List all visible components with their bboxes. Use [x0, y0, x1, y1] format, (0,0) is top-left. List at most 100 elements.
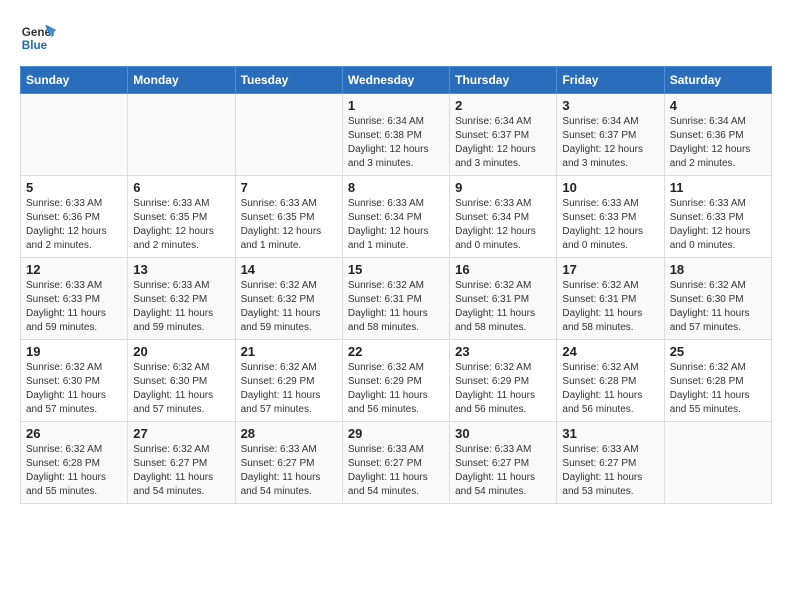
calendar-header-wednesday: Wednesday [342, 67, 449, 94]
calendar-week-3: 12 Sunrise: 6:33 AM Sunset: 6:33 PM Dayli… [21, 258, 772, 340]
calendar-header-friday: Friday [557, 67, 664, 94]
calendar-cell: 24Sunrise: 6:32 AM Sunset: 6:28 PM Dayli… [557, 340, 664, 422]
day-info: Sunrise: 6:33 AM Sunset: 6:35 PM Dayligh… [241, 197, 337, 253]
day-info: Sunrise: 6:32 AM Sunset: 6:29 PM Dayligh… [241, 361, 337, 417]
calendar-cell: 20 Sunrise: 6:32 AM Sunset: 6:30 PM Dayli… [128, 340, 235, 422]
day-info: Sunrise: 6:33 AM Sunset: 6:33 PM Dayligh… [26, 279, 122, 335]
calendar-cell: 26 Sunrise: 6:32 AM Sunset: 6:28 PM Dayli… [21, 422, 128, 504]
day-number: 27 [133, 426, 229, 441]
day-info: Sunrise: 6:32 AM Sunset: 6:31 PM Dayligh… [348, 279, 444, 335]
calendar-cell: 30 Sunrise: 6:33 AM Sunset: 6:27 PM Dayli… [450, 422, 557, 504]
day-number: 17 [562, 262, 658, 277]
day-number: 29 [348, 426, 444, 441]
day-info: Sunrise: 6:33 AM Sunset: 6:32 PM Dayligh… [133, 279, 229, 335]
day-info: Sunrise: 6:33 AM Sunset: 6:34 PM Dayligh… [455, 197, 551, 253]
day-info: Sunrise: 6:32 AM Sunset: 6:27 PM Dayligh… [133, 443, 229, 499]
calendar-cell: 1 Sunrise: 6:34 AM Sunset: 6:38 PM Daylig… [342, 94, 449, 176]
day-info: Sunrise: 6:34 AM Sunset: 6:38 PM Dayligh… [348, 115, 444, 171]
calendar-cell: 9 Sunrise: 6:33 AM Sunset: 6:34 PM Daylig… [450, 176, 557, 258]
calendar-cell: 15 Sunrise: 6:32 AM Sunset: 6:31 PM Dayli… [342, 258, 449, 340]
calendar-header-row: SundayMondayTuesdayWednesdayThursdayFrid… [21, 67, 772, 94]
day-number: 23 [455, 344, 551, 359]
day-info: Sunrise: 6:32 AM Sunset: 6:28 PM Dayligh… [26, 443, 122, 499]
calendar-table: SundayMondayTuesdayWednesdayThursdayFrid… [20, 66, 772, 504]
day-number: 16 [455, 262, 551, 277]
day-number: 9 [455, 180, 551, 195]
calendar-header-sunday: Sunday [21, 67, 128, 94]
day-info: Sunrise: 6:33 AM Sunset: 6:35 PM Dayligh… [133, 197, 229, 253]
day-info: Sunrise: 6:32 AM Sunset: 6:29 PM Dayligh… [455, 361, 551, 417]
calendar-cell [235, 94, 342, 176]
calendar-cell [128, 94, 235, 176]
day-info: Sunrise: 6:33 AM Sunset: 6:27 PM Dayligh… [348, 443, 444, 499]
calendar-header-tuesday: Tuesday [235, 67, 342, 94]
day-number: 13 [133, 262, 229, 277]
page-header: General Blue [20, 20, 772, 56]
calendar-cell: 8 Sunrise: 6:33 AM Sunset: 6:34 PM Daylig… [342, 176, 449, 258]
calendar-header-thursday: Thursday [450, 67, 557, 94]
day-number: 7 [241, 180, 337, 195]
calendar-cell: 22 Sunrise: 6:32 AM Sunset: 6:29 PM Dayli… [342, 340, 449, 422]
day-number: 5 [26, 180, 122, 195]
day-info: Sunrise: 6:32 AM Sunset: 6:32 PM Dayligh… [241, 279, 337, 335]
day-number: 24 [562, 344, 658, 359]
calendar-header-monday: Monday [128, 67, 235, 94]
calendar-cell: 28 Sunrise: 6:33 AM Sunset: 6:27 PM Dayli… [235, 422, 342, 504]
calendar-cell: 17 Sunrise: 6:32 AM Sunset: 6:31 PM Dayli… [557, 258, 664, 340]
day-number: 11 [670, 180, 766, 195]
day-number: 30 [455, 426, 551, 441]
day-number: 12 [26, 262, 122, 277]
day-info: Sunrise: 6:32 AM Sunset: 6:31 PM Dayligh… [455, 279, 551, 335]
calendar-cell: 7 Sunrise: 6:33 AM Sunset: 6:35 PM Daylig… [235, 176, 342, 258]
calendar-cell: 12 Sunrise: 6:33 AM Sunset: 6:33 PM Dayli… [21, 258, 128, 340]
calendar-cell: 11Sunrise: 6:33 AM Sunset: 6:33 PM Dayli… [664, 176, 771, 258]
day-info: Sunrise: 6:33 AM Sunset: 6:34 PM Dayligh… [348, 197, 444, 253]
calendar-cell: 31 Sunrise: 6:33 AM Sunset: 6:27 PM Dayli… [557, 422, 664, 504]
day-info: Sunrise: 6:34 AM Sunset: 6:37 PM Dayligh… [455, 115, 551, 171]
calendar-cell [664, 422, 771, 504]
day-number: 25 [670, 344, 766, 359]
calendar-week-4: 19 Sunrise: 6:32 AM Sunset: 6:30 PM Dayli… [21, 340, 772, 422]
day-number: 10 [562, 180, 658, 195]
day-info: Sunrise: 6:33 AM Sunset: 6:27 PM Dayligh… [455, 443, 551, 499]
calendar-cell: 29 Sunrise: 6:33 AM Sunset: 6:27 PM Dayli… [342, 422, 449, 504]
day-info: Sunrise: 6:32 AM Sunset: 6:30 PM Dayligh… [133, 361, 229, 417]
calendar-cell [21, 94, 128, 176]
calendar-cell: 19 Sunrise: 6:32 AM Sunset: 6:30 PM Dayli… [21, 340, 128, 422]
day-number: 14 [241, 262, 337, 277]
day-number: 8 [348, 180, 444, 195]
day-number: 4 [670, 98, 766, 113]
day-number: 1 [348, 98, 444, 113]
day-number: 3 [562, 98, 658, 113]
day-info: Sunrise: 6:33 AM Sunset: 6:27 PM Dayligh… [562, 443, 658, 499]
day-number: 20 [133, 344, 229, 359]
calendar-cell: 27 Sunrise: 6:32 AM Sunset: 6:27 PM Dayli… [128, 422, 235, 504]
calendar-cell: 3 Sunrise: 6:34 AM Sunset: 6:37 PM Daylig… [557, 94, 664, 176]
day-number: 22 [348, 344, 444, 359]
calendar-week-1: 1 Sunrise: 6:34 AM Sunset: 6:38 PM Daylig… [21, 94, 772, 176]
day-number: 28 [241, 426, 337, 441]
day-info: Sunrise: 6:32 AM Sunset: 6:29 PM Dayligh… [348, 361, 444, 417]
day-info: Sunrise: 6:33 AM Sunset: 6:33 PM Dayligh… [562, 197, 658, 253]
day-info: Sunrise: 6:32 AM Sunset: 6:30 PM Dayligh… [26, 361, 122, 417]
calendar-body: 1 Sunrise: 6:34 AM Sunset: 6:38 PM Daylig… [21, 94, 772, 504]
calendar-header-saturday: Saturday [664, 67, 771, 94]
day-number: 31 [562, 426, 658, 441]
day-number: 19 [26, 344, 122, 359]
day-info: Sunrise: 6:34 AM Sunset: 6:36 PM Dayligh… [670, 115, 766, 171]
day-number: 2 [455, 98, 551, 113]
day-number: 15 [348, 262, 444, 277]
calendar-cell: 2 Sunrise: 6:34 AM Sunset: 6:37 PM Daylig… [450, 94, 557, 176]
day-info: Sunrise: 6:32 AM Sunset: 6:30 PM Dayligh… [670, 279, 766, 335]
day-info: Sunrise: 6:33 AM Sunset: 6:27 PM Dayligh… [241, 443, 337, 499]
day-number: 26 [26, 426, 122, 441]
calendar-cell: 5Sunrise: 6:33 AM Sunset: 6:36 PM Daylig… [21, 176, 128, 258]
day-number: 18 [670, 262, 766, 277]
day-info: Sunrise: 6:32 AM Sunset: 6:31 PM Dayligh… [562, 279, 658, 335]
logo-icon: General Blue [20, 20, 56, 56]
calendar-cell: 4 Sunrise: 6:34 AM Sunset: 6:36 PM Daylig… [664, 94, 771, 176]
day-number: 6 [133, 180, 229, 195]
calendar-cell: 6 Sunrise: 6:33 AM Sunset: 6:35 PM Daylig… [128, 176, 235, 258]
calendar-cell: 13 Sunrise: 6:33 AM Sunset: 6:32 PM Dayli… [128, 258, 235, 340]
day-info: Sunrise: 6:34 AM Sunset: 6:37 PM Dayligh… [562, 115, 658, 171]
